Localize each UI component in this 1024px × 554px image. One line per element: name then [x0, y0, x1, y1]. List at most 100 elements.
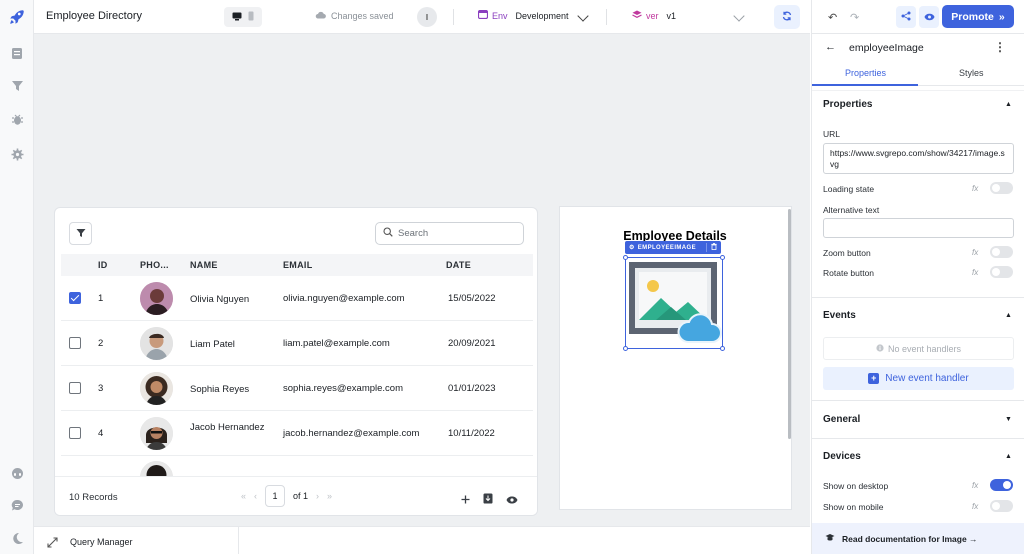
show-desktop-label: Show on desktop — [823, 481, 889, 491]
layout-toggle[interactable] — [224, 7, 262, 27]
rocket-logo-icon[interactable] — [0, 6, 34, 28]
fx-icon[interactable]: fx — [972, 248, 978, 257]
mobile-icon[interactable] — [248, 8, 254, 26]
divider — [238, 527, 239, 554]
add-row-icon[interactable] — [461, 491, 470, 509]
trash-icon[interactable] — [706, 243, 717, 252]
expand-icon[interactable] — [47, 535, 58, 553]
fx-icon[interactable]: fx — [972, 502, 978, 511]
redo-icon[interactable]: ↷ — [850, 11, 859, 24]
section-title-properties[interactable]: Properties — [823, 99, 872, 110]
next-page-icon[interactable]: › — [316, 491, 319, 501]
fx-icon[interactable]: fx — [972, 268, 978, 277]
column-header-email[interactable]: EMAIL — [283, 260, 313, 270]
show-mobile-toggle[interactable] — [990, 500, 1013, 512]
fx-icon[interactable]: fx — [972, 481, 978, 490]
employee-image[interactable] — [623, 255, 725, 351]
share-button[interactable] — [896, 6, 916, 28]
preview-button[interactable] — [919, 6, 939, 28]
caret-down-icon[interactable]: ▼ — [1005, 416, 1012, 423]
row-checkbox[interactable] — [69, 427, 81, 439]
column-header-date[interactable]: DATE — [446, 260, 471, 270]
filter-button[interactable] — [69, 222, 92, 245]
query-manager-toggle[interactable]: Query Manager — [70, 537, 133, 547]
table-row[interactable]: 2 Liam Patel liam.patel@example.com 20/0… — [61, 321, 533, 366]
row-checkbox[interactable] — [69, 382, 81, 394]
rotate-button-label: Rotate button — [823, 268, 875, 278]
page-number-input[interactable]: 1 — [265, 485, 286, 507]
last-page-icon[interactable]: » — [327, 491, 332, 501]
caret-up-icon[interactable]: ▲ — [1005, 453, 1012, 460]
tab-styles[interactable]: Styles — [959, 68, 984, 78]
column-header-id[interactable]: ID — [98, 260, 108, 270]
show-desktop-toggle[interactable] — [990, 479, 1013, 491]
divider — [812, 297, 1024, 298]
avatar — [140, 282, 173, 315]
column-header-photo[interactable]: PHO... — [140, 260, 169, 270]
search-input[interactable]: Search — [375, 222, 524, 245]
resize-handle[interactable] — [720, 346, 725, 351]
environment-selector[interactable]: Env Development — [477, 9, 569, 21]
section-title-general[interactable]: General — [823, 414, 860, 425]
scrollbar[interactable] — [788, 209, 791, 439]
settings-icon[interactable] — [0, 143, 34, 165]
employee-details-container[interactable]: Employee Details ⚙ EMPLOYEEIMAGE — [559, 206, 792, 510]
rotate-button-toggle[interactable] — [990, 266, 1013, 278]
new-event-handler-label: New event handler — [885, 373, 969, 384]
debugger-icon[interactable] — [0, 108, 34, 130]
caret-up-icon[interactable]: ▲ — [1005, 101, 1012, 108]
component-tag[interactable]: ⚙ EMPLOYEEIMAGE — [625, 241, 721, 254]
download-icon[interactable] — [483, 491, 493, 509]
resize-handle[interactable] — [623, 346, 628, 351]
resize-handle[interactable] — [623, 255, 628, 260]
undo-icon[interactable]: ↶ — [828, 11, 837, 24]
column-header-name[interactable]: NAME — [190, 260, 218, 270]
fx-icon[interactable]: fx — [972, 184, 978, 193]
queries-icon[interactable] — [0, 74, 34, 96]
chevron-down-icon[interactable] — [733, 10, 745, 22]
comments-icon[interactable] — [0, 494, 34, 516]
promote-button[interactable]: Promote » — [942, 5, 1014, 28]
theme-icon[interactable] — [0, 527, 34, 549]
documentation-link[interactable]: Read documentation for Image → — [812, 523, 1024, 554]
table-row[interactable]: 1 Olivia Nguyen olivia.nguyen@example.co… — [61, 276, 533, 321]
employee-table[interactable]: Search ID PHO... NAME EMAIL DATE 1 Olivi… — [54, 207, 538, 516]
table-row[interactable]: 3 Sophia Reyes sophia.reyes@example.com … — [61, 366, 533, 411]
desktop-icon[interactable] — [232, 8, 242, 26]
alt-text-input[interactable] — [823, 218, 1014, 238]
version-label: ver — [646, 10, 659, 21]
app-title[interactable]: Employee Directory — [46, 10, 142, 22]
caret-up-icon[interactable]: ▲ — [1005, 312, 1012, 319]
component-header: ← employeeImage ⋮ — [812, 34, 1024, 62]
cell-date: 20/09/2021 — [448, 338, 496, 349]
component-name[interactable]: employeeImage — [849, 42, 924, 54]
tab-properties[interactable]: Properties — [845, 68, 886, 78]
eye-icon[interactable] — [506, 491, 518, 509]
zoom-button-toggle[interactable] — [990, 246, 1013, 258]
pages-icon[interactable] — [0, 42, 34, 64]
row-checkbox[interactable] — [69, 292, 81, 304]
new-event-handler-button[interactable]: + New event handler — [823, 367, 1014, 390]
refresh-icon — [782, 8, 792, 26]
user-avatar[interactable]: I — [417, 7, 437, 27]
table-footer: 10 Records « ‹ 1 of 1 › » — [55, 476, 537, 515]
cell-name: Olivia Nguyen — [190, 294, 250, 305]
loading-state-toggle[interactable] — [990, 182, 1013, 194]
section-title-events[interactable]: Events — [823, 310, 856, 321]
refresh-button[interactable] — [774, 5, 800, 29]
url-input[interactable]: https://www.svgrepo.com/show/34217/image… — [823, 143, 1014, 174]
prev-page-icon[interactable]: ‹ — [254, 491, 257, 501]
cell-date: 01/01/2023 — [448, 383, 496, 394]
first-page-icon[interactable]: « — [241, 491, 246, 501]
divider — [453, 9, 454, 25]
env-icon — [477, 9, 489, 21]
section-title-devices[interactable]: Devices — [823, 451, 861, 462]
chat-icon[interactable] — [0, 462, 34, 484]
version-selector[interactable]: ver v1 — [632, 10, 676, 21]
row-checkbox[interactable] — [69, 337, 81, 349]
kebab-menu-icon[interactable]: ⋮ — [994, 40, 1006, 54]
chevron-down-icon[interactable] — [577, 10, 589, 22]
arrow-left-icon[interactable]: ← — [825, 41, 836, 53]
resize-handle[interactable] — [720, 255, 725, 260]
table-row[interactable]: 4 Jacob Hernandez jacob.hernandez@exampl… — [61, 411, 533, 456]
